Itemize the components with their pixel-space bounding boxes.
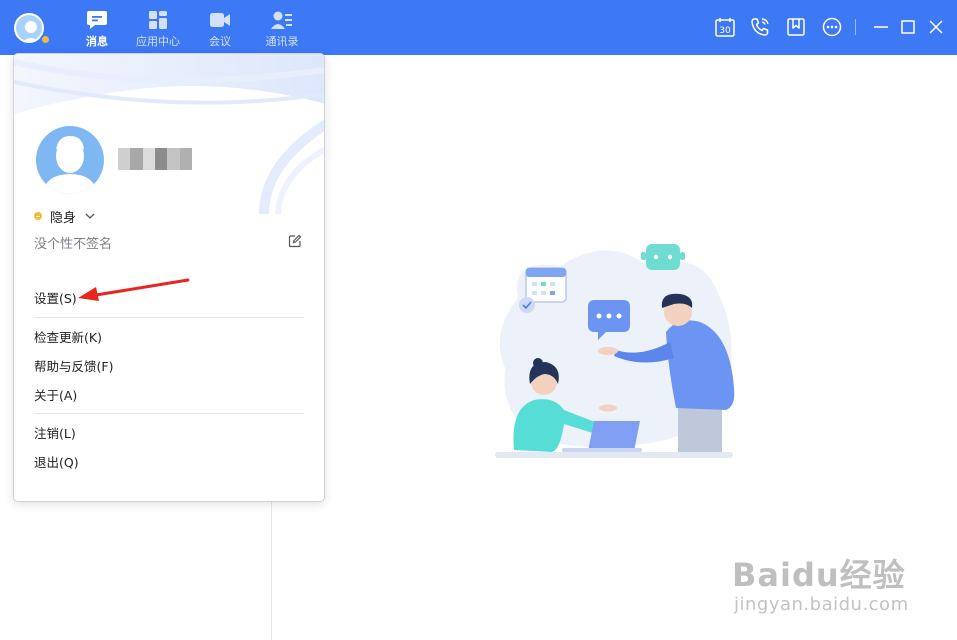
watermark-url: jingyan.baidu.com xyxy=(734,594,909,615)
menu-item-check-update[interactable]: 检查更新(K) xyxy=(34,329,102,347)
minimize-icon[interactable] xyxy=(870,16,892,38)
profile-avatar[interactable] xyxy=(36,126,104,194)
menu-item-settings[interactable]: 设置(S) xyxy=(34,290,77,308)
toolbar-divider xyxy=(855,19,856,35)
chevron-down-icon xyxy=(85,213,95,219)
tab-meetings[interactable]: 会议 xyxy=(190,8,250,52)
contacts-icon xyxy=(271,11,292,29)
app-grid-icon xyxy=(149,11,167,29)
calendar-icon[interactable]: 30 xyxy=(714,16,736,38)
baidu-watermark: Baidu经验 jingyan.baidu.com xyxy=(732,536,912,626)
chat-bubble-icon xyxy=(87,11,107,29)
signature-text[interactable]: 没个性不签名 xyxy=(34,233,112,252)
watermark-brand: Baidu经验 xyxy=(732,556,906,594)
menu-item-logout[interactable]: 注销(L) xyxy=(34,425,76,443)
tab-label: 消息 xyxy=(86,35,108,48)
tab-contacts[interactable]: 通讯录 xyxy=(252,8,312,52)
menu-item-help-feedback[interactable]: 帮助与反馈(F) xyxy=(34,358,113,376)
status-badge xyxy=(40,34,51,45)
annotation-arrow xyxy=(78,278,190,301)
menu-item-quit[interactable]: 退出(Q) xyxy=(34,454,79,472)
menu-divider xyxy=(34,317,304,318)
status-label: 隐身 xyxy=(50,210,77,226)
status-selector[interactable]: 隐身 xyxy=(34,207,96,226)
invisible-status-icon xyxy=(34,212,42,220)
menu-divider xyxy=(34,413,304,414)
more-options-icon[interactable] xyxy=(821,16,843,38)
profile-name-redacted xyxy=(118,148,192,170)
calendar-day: 30 xyxy=(719,26,731,36)
maximize-icon[interactable] xyxy=(897,16,919,38)
top-bar: 消息 应用中心 会议 通讯录 30 xyxy=(0,0,957,56)
menu-item-about[interactable]: 关于(A) xyxy=(34,387,77,405)
tab-label: 通讯录 xyxy=(265,35,299,48)
tab-messages[interactable]: 消息 xyxy=(67,8,127,56)
video-camera-icon xyxy=(210,13,230,27)
tab-label: 会议 xyxy=(209,35,231,48)
close-icon[interactable] xyxy=(925,16,947,38)
bookmark-icon[interactable] xyxy=(785,16,807,38)
empty-state-illustration xyxy=(495,244,735,458)
edit-icon[interactable] xyxy=(288,234,302,248)
tab-app-center[interactable]: 应用中心 xyxy=(128,8,188,52)
tab-label: 应用中心 xyxy=(136,35,180,48)
phone-call-icon[interactable] xyxy=(749,16,771,38)
